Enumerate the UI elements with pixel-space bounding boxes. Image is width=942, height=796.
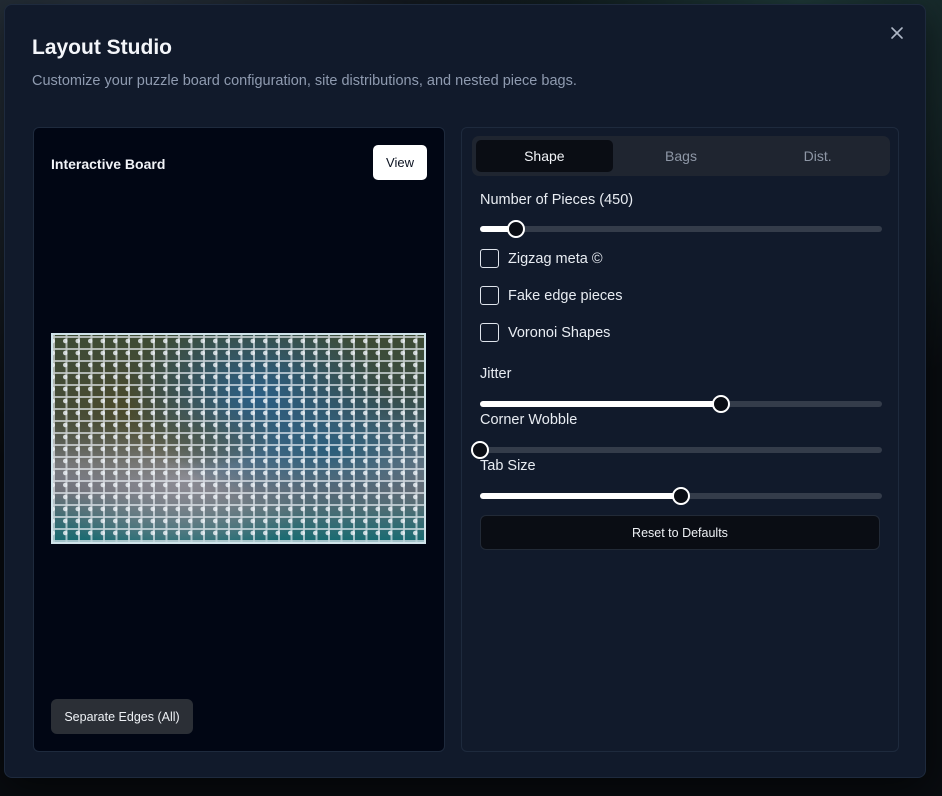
fake-edge-label: Fake edge pieces	[508, 287, 623, 304]
pieces-label: Number of Pieces (450)	[480, 192, 634, 208]
reset-defaults-button[interactable]: Reset to Defaults	[480, 515, 880, 550]
layout-studio-dialog: Layout Studio Customize your puzzle boar…	[4, 4, 926, 778]
tab-dist[interactable]: Dist.	[749, 140, 886, 172]
tab-size-slider[interactable]	[480, 487, 882, 505]
dialog-title: Layout Studio	[32, 36, 172, 59]
jitter-label: Jitter	[480, 366, 512, 382]
dialog-subtitle: Customize your puzzle board configuratio…	[32, 73, 577, 89]
voronoi-checkbox[interactable]	[480, 323, 499, 342]
corner-wobble-slider[interactable]	[471, 441, 882, 459]
fake-edge-checkbox-row[interactable]: Fake edge pieces	[480, 286, 622, 305]
settings-panel: Shape Bags Dist. Number of Pieces (450) …	[461, 127, 899, 752]
corner-wobble-slider-thumb[interactable]	[471, 441, 489, 459]
tab-bags[interactable]: Bags	[613, 140, 750, 172]
pieces-slider[interactable]	[480, 220, 882, 238]
tab-size-slider-thumb[interactable]	[672, 487, 690, 505]
zigzag-meta-checkbox[interactable]	[480, 249, 499, 268]
close-button[interactable]	[887, 23, 907, 43]
jitter-slider-thumb[interactable]	[712, 395, 731, 413]
pieces-slider-thumb[interactable]	[507, 220, 526, 238]
voronoi-checkbox-row[interactable]: Voronoi Shapes	[480, 323, 610, 342]
zigzag-meta-label: Zigzag meta ©	[508, 250, 603, 267]
voronoi-label: Voronoi Shapes	[508, 324, 611, 341]
jitter-slider-fill	[480, 401, 722, 407]
fake-edge-checkbox[interactable]	[480, 286, 499, 305]
separate-edges-button[interactable]: Separate Edges (All)	[51, 699, 193, 734]
tab-size-label: Tab Size	[480, 458, 536, 474]
zigzag-meta-checkbox-row[interactable]: Zigzag meta ©	[480, 249, 603, 268]
jitter-slider[interactable]	[480, 395, 882, 413]
puzzle-piece-tabs	[53, 335, 424, 542]
tab-size-slider-fill	[480, 493, 681, 499]
puzzle-board[interactable]	[51, 333, 426, 544]
settings-tabs: Shape Bags Dist.	[472, 136, 890, 176]
board-panel: Interactive Board View Separate Edges (A…	[33, 127, 445, 752]
corner-wobble-label: Corner Wobble	[480, 412, 578, 428]
board-label: Interactive Board	[51, 156, 166, 172]
close-icon	[891, 27, 903, 39]
tab-shape[interactable]: Shape	[476, 140, 613, 172]
view-button[interactable]: View	[373, 145, 427, 180]
